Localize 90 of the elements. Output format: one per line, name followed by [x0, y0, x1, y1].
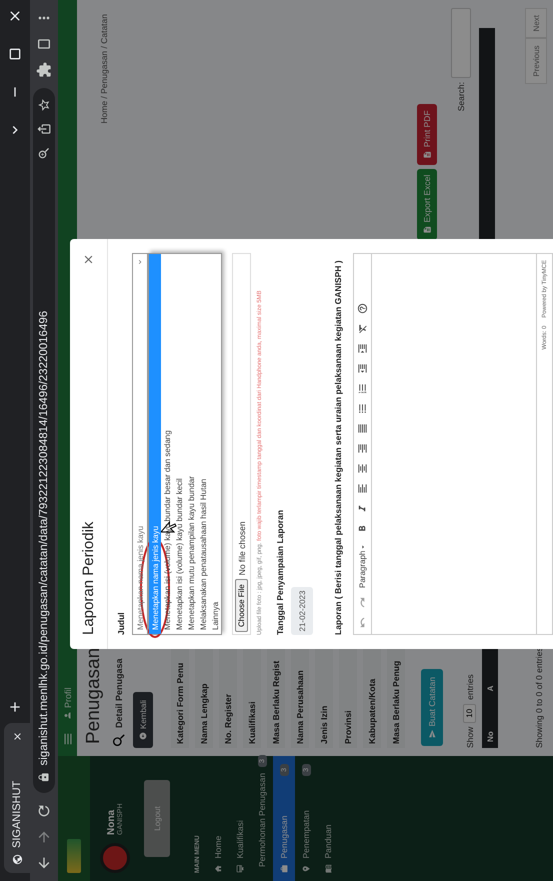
- field-label: Nama Lengkap: [195, 648, 213, 748]
- bullet-list-icon[interactable]: [357, 402, 368, 414]
- forward-icon[interactable]: [36, 829, 52, 845]
- caret-icon: [136, 258, 144, 266]
- lock-icon: [38, 772, 50, 783]
- align-justify-icon[interactable]: [357, 422, 368, 434]
- sidebar-item[interactable]: Home: [207, 756, 229, 881]
- field-label: Tanggal Penyampaian Laporan: [275, 508, 285, 635]
- field-label: Jenis Izin: [315, 648, 333, 748]
- breadcrumb: Home / Penugasan / Catatan: [98, 13, 109, 126]
- field-label: Laporan ( Berisi tanggal pelaksanaan kegiatan serta uraian pelaksanaan kegiatan GANISPH ): [333, 259, 343, 635]
- back-icon[interactable]: [36, 855, 52, 871]
- person-icon: [63, 711, 72, 720]
- assignment-icon: [280, 864, 288, 873]
- page-title: Penugasan: [83, 648, 105, 744]
- menu-label: Penugasan: [279, 814, 289, 858]
- dropdown-option[interactable]: Menetapkan isi (volume) kayu bundar kecil: [173, 254, 185, 634]
- field-label: Kategori Form Penu: [171, 648, 189, 748]
- create-note-button[interactable]: Buat Catatan: [421, 668, 443, 746]
- show-label: Show: [464, 726, 474, 748]
- document-icon: [422, 226, 432, 234]
- outdent-icon[interactable]: [357, 362, 368, 374]
- field-label: Masa Berlaku Regist: [267, 648, 285, 748]
- title-select[interactable]: Menetapkan nama jenis kayu: [132, 253, 148, 635]
- back-arrow-icon: [139, 732, 147, 740]
- search-field[interactable]: [451, 8, 471, 78]
- sidebar-item[interactable]: Panduan: [317, 756, 339, 881]
- home-icon: [214, 864, 222, 873]
- logo: [67, 839, 81, 873]
- share-icon[interactable]: [37, 122, 51, 136]
- user-name: Nona: [106, 808, 117, 835]
- clear-format-icon[interactable]: [357, 322, 368, 334]
- send-icon: [428, 730, 436, 738]
- export-excel-button[interactable]: Export Excel: [417, 168, 437, 240]
- modal-title: Laporan Periodik: [80, 522, 97, 635]
- field-label: Kabupaten/Kota: [363, 648, 381, 748]
- menu-label: Panduan: [323, 823, 333, 858]
- maximize-icon[interactable]: [7, 46, 23, 62]
- close-tab-icon[interactable]: [12, 731, 22, 742]
- dropdown-option[interactable]: Lainnya: [209, 254, 221, 634]
- section-heading: Detail Penugasa: [114, 658, 124, 728]
- extensions-icon[interactable]: [36, 62, 52, 78]
- dropdown-option[interactable]: Melaksanakan penatausahaan hasil Hutan: [197, 254, 209, 634]
- numbered-list-icon[interactable]: [357, 382, 368, 394]
- indent-icon[interactable]: [357, 342, 368, 354]
- reload-icon[interactable]: [36, 803, 52, 819]
- table-header: No A: [482, 648, 498, 748]
- page-size-select[interactable]: 10: [463, 704, 476, 723]
- placement-icon: [302, 864, 310, 873]
- field-label: Provinsi: [339, 648, 357, 748]
- menu-label: Penempatan: [301, 809, 311, 858]
- entries-label: entries: [464, 674, 474, 700]
- field-label: Masa Berlaku Penug: [387, 648, 405, 748]
- align-left-icon[interactable]: [357, 482, 368, 494]
- back-button[interactable]: Kembali: [133, 692, 153, 748]
- date-field[interactable]: 21-02-2023: [291, 587, 313, 635]
- file-status: No file chosen: [236, 521, 246, 576]
- profile-link[interactable]: Profil: [62, 687, 72, 708]
- dropdown-option[interactable]: Menetapkan nama jenis kayu: [149, 254, 161, 634]
- field-label: Kualifikasi: [243, 648, 261, 748]
- dropdown-option[interactable]: Menetapkan mutu penampilan kayu bundar: [185, 254, 197, 634]
- menu-label: Home: [213, 834, 223, 858]
- bookmark-star-icon[interactable]: [37, 98, 51, 112]
- search-label: Search:: [456, 82, 466, 112]
- url-text: siganishut.menlhk.go.id/penugasan/catatan/data/793221223084814/16496/23220016496: [38, 310, 50, 766]
- dropdown-option[interactable]: Menetapkan isi (volume) kayu bundar besar dan sedang: [161, 254, 173, 634]
- field-label: Judul: [116, 611, 126, 635]
- format-select[interactable]: Paragraph: [358, 542, 367, 588]
- tab-title: SIGANISHUT: [11, 780, 23, 848]
- sidebar-item[interactable]: Kualifikasi: [229, 756, 251, 881]
- help-icon[interactable]: [357, 302, 368, 314]
- search-icon: [111, 732, 127, 748]
- previous-button[interactable]: Previous: [525, 38, 547, 84]
- print-pdf-button[interactable]: Print PDF: [417, 104, 437, 165]
- menu-label: Permohonan Penugasan: [257, 772, 267, 867]
- avatar: [100, 843, 130, 873]
- globe-icon: [12, 854, 22, 865]
- menu-label: Kualifikasi: [235, 819, 245, 858]
- guide-icon: [324, 864, 332, 873]
- align-center-icon[interactable]: [357, 462, 368, 474]
- zoom-icon[interactable]: [37, 146, 51, 160]
- browser-tab[interactable]: SIGANISHUT: [4, 723, 30, 873]
- field-label: No. Register: [219, 648, 237, 748]
- qualification-icon: [236, 864, 244, 873]
- choose-file-button[interactable]: Choose File: [235, 579, 248, 632]
- align-right-icon[interactable]: [357, 442, 368, 454]
- field-label: Nama Perusahaan: [291, 648, 309, 748]
- document-icon: [422, 150, 432, 159]
- address-bar[interactable]: siganishut.menlhk.go.id/penugasan/catatan/data/793221223084814/16496/23220016496: [33, 88, 55, 793]
- next-button[interactable]: Next: [525, 8, 547, 38]
